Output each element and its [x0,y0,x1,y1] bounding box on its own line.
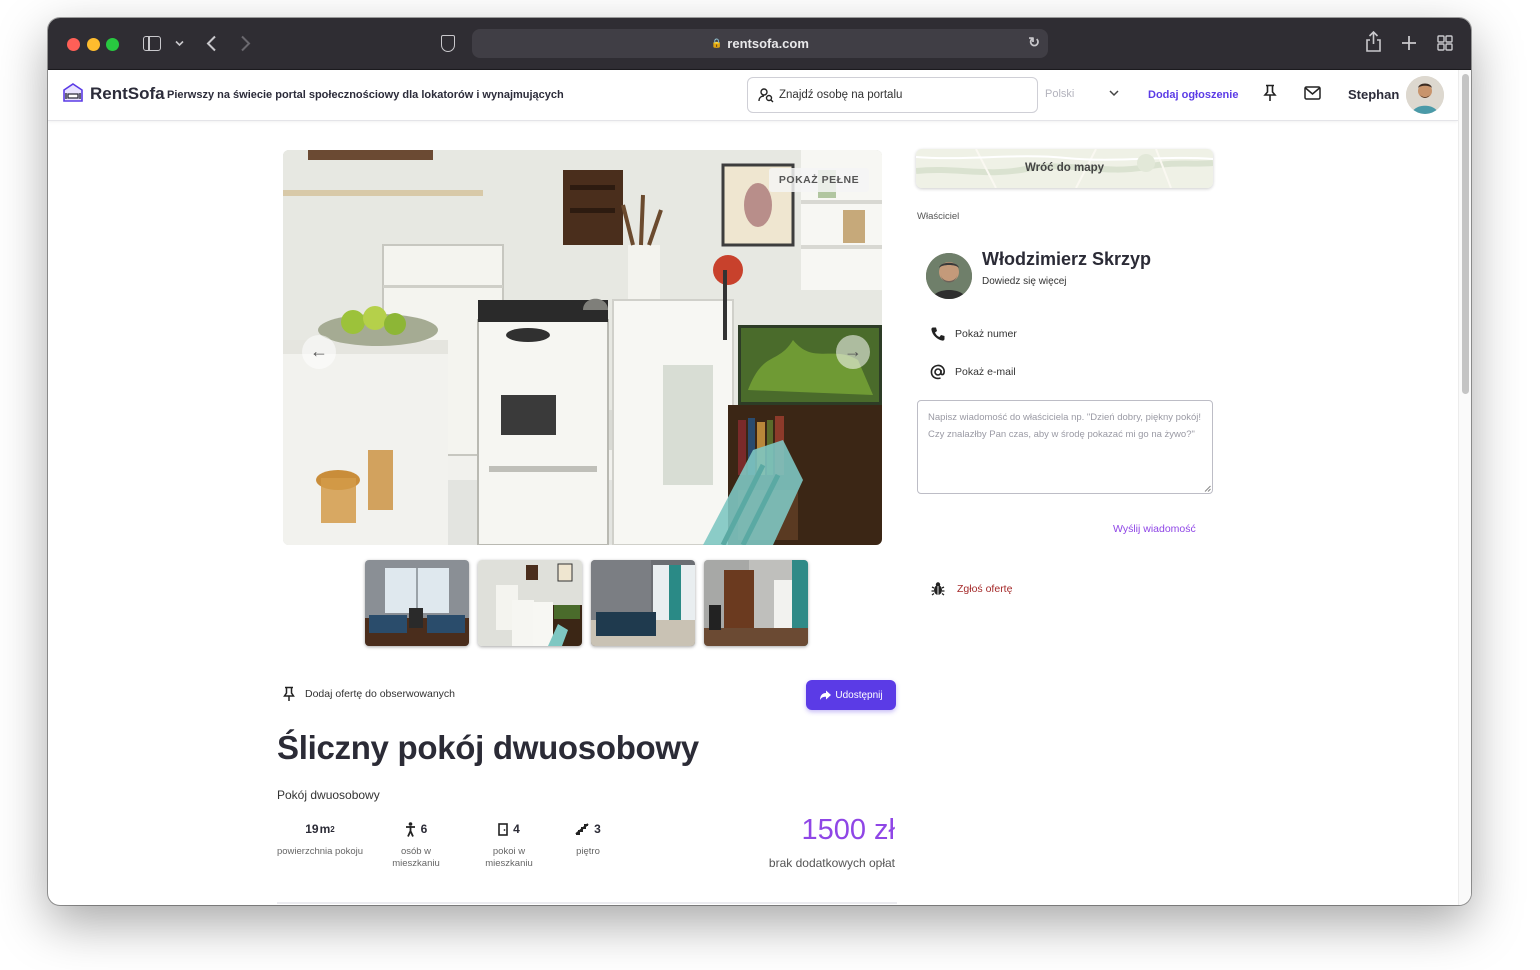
owner-section-label: Właściciel [917,211,960,222]
person-search-input[interactable] [779,86,1029,104]
section-divider [277,902,897,904]
browser-titlebar: 🔒 rentsofa.com ↻ [48,18,1471,70]
stat-floor: 3 piętro [543,819,633,858]
zoom-window-button[interactable] [106,38,119,51]
person-search[interactable] [747,77,1038,113]
sidebar-icon[interactable] [143,36,161,51]
brand-tagline: Pierwszy na świecie portal społecznościo… [167,89,564,101]
stat-people-label: osób w mieszkaniu [392,846,440,869]
stat-floor-value: 3 [594,822,601,836]
owner-avatar[interactable] [926,253,972,299]
minimize-window-button[interactable] [87,38,100,51]
address-bar[interactable]: 🔒 rentsofa.com ↻ [472,29,1048,58]
watch-listing-button[interactable]: Dodaj ofertę do obserwowanych [282,686,455,702]
door-icon [498,822,508,836]
chevron-down-icon[interactable] [175,40,184,47]
listing-price: 1500 zł [801,814,895,846]
share-arrow-icon [820,690,832,700]
arrow-right-icon: → [844,341,862,361]
report-listing-button[interactable]: Zgłoś ofertę [931,581,1012,596]
add-listing-link[interactable]: Dodaj ogłoszenie [1148,89,1238,101]
forward-icon[interactable] [240,35,251,52]
watch-listing-label: Dodaj ofertę do obserwowanych [305,688,456,700]
main-photo[interactable] [283,150,882,545]
stat-rooms-value: 4 [513,822,520,836]
stat-area: 19 m 2 powierzchnia pokoju [275,819,365,858]
lock-icon: 🔒 [711,38,723,48]
show-full-gallery-button[interactable]: POKAŻ PEŁNE [769,168,869,192]
stat-area-label: powierzchnia pokoju [276,846,364,857]
pin-icon[interactable] [1262,84,1278,102]
browser-window: 🔒 rentsofa.com ↻ RentSofa Pierwszy na św… [48,18,1471,905]
back-to-map-button[interactable]: Wróć do mapy [916,149,1213,188]
tab-overview-icon[interactable] [1437,35,1453,51]
send-message-link[interactable]: Wyślij wiadomość [1113,523,1196,535]
reload-icon[interactable]: ↻ [1028,34,1040,51]
owner-message-input[interactable] [917,400,1213,494]
owner-more-link[interactable]: Dowiedz się więcej [982,276,1066,287]
scrollbar-thumb[interactable] [1462,74,1469,394]
arrow-left-icon: ← [310,341,328,361]
site-header: RentSofa Pierwszy na świecie portal społ… [48,70,1458,121]
show-email-label: Pokaż e-mail [955,366,1016,378]
person-search-icon [758,88,774,103]
gallery-thumbnail[interactable] [478,560,582,646]
price-note: brak dodatkowych opłat [768,856,895,870]
person-icon [405,821,415,837]
report-listing-label: Zgłoś ofertę [957,582,1013,595]
user-avatar[interactable] [1406,76,1444,114]
share-button[interactable]: Udostępnij [806,680,896,710]
back-to-map-label: Wróć do mapy [1024,162,1105,174]
show-phone-label: Pokaż numer [955,328,1017,340]
gallery-thumbnail[interactable] [704,560,808,646]
pin-icon [283,686,295,701]
close-window-button[interactable] [67,38,80,51]
owner-name[interactable]: Włodzimierz Skrzyp [982,249,1151,270]
at-sign-icon [930,364,945,380]
phone-icon [931,327,945,341]
stat-rooms: 4 pokoi w mieszkaniu [464,819,554,870]
show-email-button[interactable]: Pokaż e-mail [930,364,1016,380]
chevron-down-icon[interactable] [1108,87,1120,99]
next-photo-button[interactable]: → [836,335,870,369]
stat-floor-label: piętro [576,846,600,857]
stat-people: 6 osób w mieszkaniu [371,819,461,870]
previous-photo-button[interactable]: ← [302,335,336,369]
shield-icon[interactable] [441,35,455,52]
textarea-resize-handle[interactable] [1204,485,1211,492]
listing-title: Śliczny pokój dwuosobowy [277,729,699,766]
share-icon[interactable] [1365,31,1382,53]
show-phone-button[interactable]: Pokaż numer [930,326,1017,342]
user-name[interactable]: Stephan [1348,87,1399,102]
gallery-thumbnail[interactable] [591,560,695,646]
stairs-icon [575,823,589,835]
language-select[interactable]: Polski [1045,88,1074,100]
gallery-thumbnail[interactable] [365,560,469,646]
page-scrollbar[interactable] [1458,70,1471,905]
stat-area-value: 19 m 2 [305,822,335,836]
back-icon[interactable] [206,35,217,52]
mail-icon[interactable] [1304,86,1321,100]
brand-name[interactable]: RentSofa [90,84,165,104]
stat-rooms-label: pokoi w mieszkaniu [485,846,533,869]
new-tab-icon[interactable] [1401,35,1417,51]
url-text: rentsofa.com [727,36,809,51]
stat-people-value: 6 [420,822,428,836]
sofa-logo-icon[interactable] [62,82,84,104]
share-button-label: Udostępnij [835,689,883,701]
room-type: Pokój dwuosobowy [277,788,380,802]
bug-icon [931,582,945,596]
